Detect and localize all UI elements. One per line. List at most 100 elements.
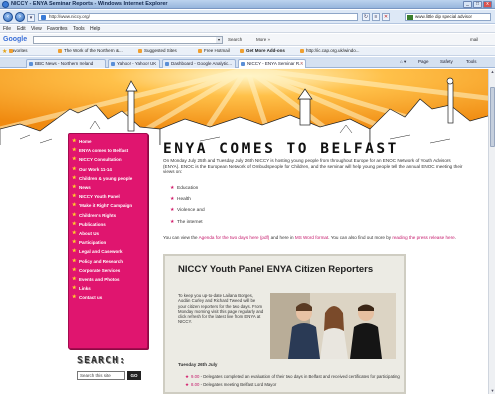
sidebar-nav-item[interactable]: ★ Policy and Research — [72, 257, 146, 264]
minimize-button[interactable]: _ — [463, 1, 472, 8]
menu-file[interactable]: File — [3, 26, 11, 32]
refresh-icon[interactable]: ↻ — [362, 13, 370, 21]
go-button[interactable]: GO — [127, 371, 141, 380]
menu-tools[interactable]: Tools — [73, 26, 85, 32]
web-page: ★ Home ★ ENYA comes to Belfast ★ NICCY Consul… — [0, 69, 495, 394]
sidebar-nav-item[interactable]: ★ Contact us — [72, 294, 146, 301]
sidebar-nav-label: Links — [79, 286, 91, 292]
search-field[interactable]: www.little dip special advisor — [405, 13, 491, 21]
dropdown-icon[interactable]: ▾ — [27, 14, 35, 22]
tab-bbc[interactable]: BBC News - Northern Ireland — [26, 59, 106, 68]
reporters-photo — [270, 293, 396, 359]
intro-paragraph: On Monday July 25th and Tuesday July 26t… — [163, 158, 463, 175]
star-bullet-icon: ★ — [72, 147, 77, 154]
event-item: ★ 8.00 - Delegates meeting Belfast Lord M… — [185, 382, 277, 388]
sidebar-nav-item[interactable]: ★ Legal and Casework — [72, 248, 146, 255]
star-bullet-icon: ★ — [72, 165, 77, 172]
star-bullet-icon: ★ — [72, 220, 77, 227]
favorites-button[interactable]: Favorites — [9, 48, 28, 53]
star-bullet-icon: ★ — [72, 248, 77, 255]
tab-niccy[interactable]: NICCY - ENYA Seminar R... × — [238, 59, 306, 68]
panel-title: NICCY Youth Panel ENYA Citizen Reporters — [178, 264, 374, 275]
menu-favorites[interactable]: Favorites — [47, 26, 68, 32]
date-heading: Tuesday 26th July — [178, 362, 218, 367]
agenda-pdf-link[interactable]: Agenda for the two days here (pdf) — [199, 235, 270, 240]
star-bullet-icon: ★ — [185, 382, 189, 388]
fav-item[interactable]: Free Hotmail — [198, 48, 230, 53]
scroll-up-icon[interactable]: ▲ — [490, 69, 495, 75]
star-bullet-icon: ★ — [72, 230, 77, 237]
back-arrow-icon[interactable]: ‹ — [3, 12, 13, 22]
sidebar-nav-item[interactable]: ★ ENYA comes to Belfast — [72, 147, 146, 154]
sidebar-nav-item[interactable]: ★ NICCY Youth Panel — [72, 194, 146, 200]
close-button[interactable]: x — [483, 1, 492, 8]
sidebar-nav-item[interactable]: ★ Children's Rights — [72, 211, 146, 218]
sidebar-nav-item[interactable]: ★ Links — [72, 286, 146, 292]
site-search-input[interactable]: Search this site — [77, 371, 125, 380]
rss-icon[interactable]: ≡ — [372, 13, 380, 21]
sidebar-nav-label: Corporate Services — [79, 267, 121, 273]
url-field[interactable]: http://www.niccy.org/ — [38, 13, 358, 21]
sidebar-nav-label: 'Make it Right' Campaign — [79, 203, 133, 209]
star-bullet-icon: ★ — [72, 257, 77, 264]
stop-icon[interactable]: ✕ — [382, 13, 390, 21]
sidebar-nav-item[interactable]: ★ Home — [72, 138, 146, 144]
sidebar-nav-item[interactable]: ★ Publications — [72, 220, 146, 227]
chevron-down-icon[interactable]: ▾ — [216, 37, 222, 43]
sidebar-nav-label: Contact us — [79, 295, 103, 301]
scroll-down-icon[interactable]: ▼ — [490, 388, 495, 394]
tab-bar: BBC News - Northern Ireland Yahoo! - Yah… — [0, 57, 495, 68]
sidebar-nav-item[interactable]: ★ Participation — [72, 240, 146, 246]
sidebar-nav-item[interactable]: ★ About Us — [72, 230, 146, 237]
vertical-scrollbar[interactable]: ▲ ▼ — [488, 69, 495, 394]
cmd-safety[interactable]: Safety — [440, 59, 453, 64]
agenda-word-link[interactable]: MS Word format — [295, 235, 328, 240]
close-tab-icon[interactable]: × — [300, 60, 303, 68]
star-bullet-icon: ★ — [72, 211, 77, 218]
google-search-button[interactable]: Search — [228, 37, 242, 42]
google-logo: Google — [3, 36, 28, 43]
address-bar: ‹ › ▾ http://www.niccy.org/ ↻ ≡ ✕ www.li… — [0, 10, 495, 24]
sidebar-nav-label: News — [79, 185, 91, 191]
tab-yahoo[interactable]: Yahoo! - Yahoo! UK — [108, 59, 160, 68]
fav-item[interactable]: Suggested Sites — [138, 48, 177, 53]
google-mail-button[interactable]: mail — [470, 37, 478, 42]
tab-dashboard[interactable]: Dashboard - Google Analytic... — [162, 59, 236, 68]
forward-arrow-icon[interactable]: › — [15, 12, 25, 22]
fav-item[interactable]: The Work of the Northern &... — [58, 48, 123, 53]
sidebar-nav-item[interactable]: ★ NICCY Consultation — [72, 157, 146, 163]
google-more-button[interactable]: More » — [256, 37, 270, 42]
menu-help[interactable]: Help — [90, 26, 100, 32]
sidebar-nav-item[interactable]: ★ Our Work 11-14 — [72, 165, 146, 172]
star-bullet-icon: ★ — [72, 294, 77, 301]
star-bullet-icon: ★ — [72, 184, 77, 191]
google-search-input[interactable]: ▾ — [33, 36, 223, 44]
google-toolbar: Google ▾ Search More » mail — [0, 34, 495, 46]
fav-item[interactable]: http://ic.cap.org.uk/windo... — [300, 48, 360, 53]
maximize-button[interactable]: □ — [473, 1, 482, 8]
star-bullet-icon: ★ — [185, 374, 189, 379]
home-icon[interactable]: ⌂ ▾ — [400, 59, 406, 65]
events-list: ★ 9.00 - Delegates completed an evaluatio… — [185, 374, 400, 390]
menu-edit[interactable]: Edit — [17, 26, 26, 32]
star-bullet-icon: ★ — [170, 218, 175, 225]
cmd-tools[interactable]: Tools — [466, 59, 477, 64]
sidebar-nav-item[interactable]: ★ Corporate Services — [72, 267, 146, 273]
sidebar-nav-label: About Us — [79, 231, 99, 237]
window-title: NICCY - ENYA Seminar Reports - Windows I… — [11, 1, 168, 7]
cmd-page[interactable]: Page — [418, 59, 429, 64]
sidebar-nav-label: Events and Photos — [79, 277, 120, 283]
sidebar-nav-item[interactable]: ★ Events and Photos — [72, 276, 146, 283]
favorites-star-icon[interactable]: ★ — [2, 48, 7, 55]
menu-view[interactable]: View — [31, 26, 42, 32]
sidebar-nav-item[interactable]: ★ Children & young people — [72, 175, 146, 181]
sidebar-nav-item[interactable]: ★ 'Make it Right' Campaign — [72, 202, 146, 209]
sidebar-nav-item[interactable]: ★ News — [72, 184, 146, 191]
topic-list: ★ Education ★ Health ★ Violence and ★ The in… — [170, 186, 205, 231]
press-release-link[interactable]: reading the press release here — [392, 235, 454, 240]
star-bullet-icon: ★ — [72, 202, 77, 209]
fav-item[interactable]: Get More Add-ons — [240, 48, 285, 53]
agenda-paragraph: You can view the Agenda for the two days… — [163, 235, 456, 240]
scroll-thumb[interactable] — [490, 87, 495, 147]
list-item: ★ Health — [170, 196, 191, 203]
